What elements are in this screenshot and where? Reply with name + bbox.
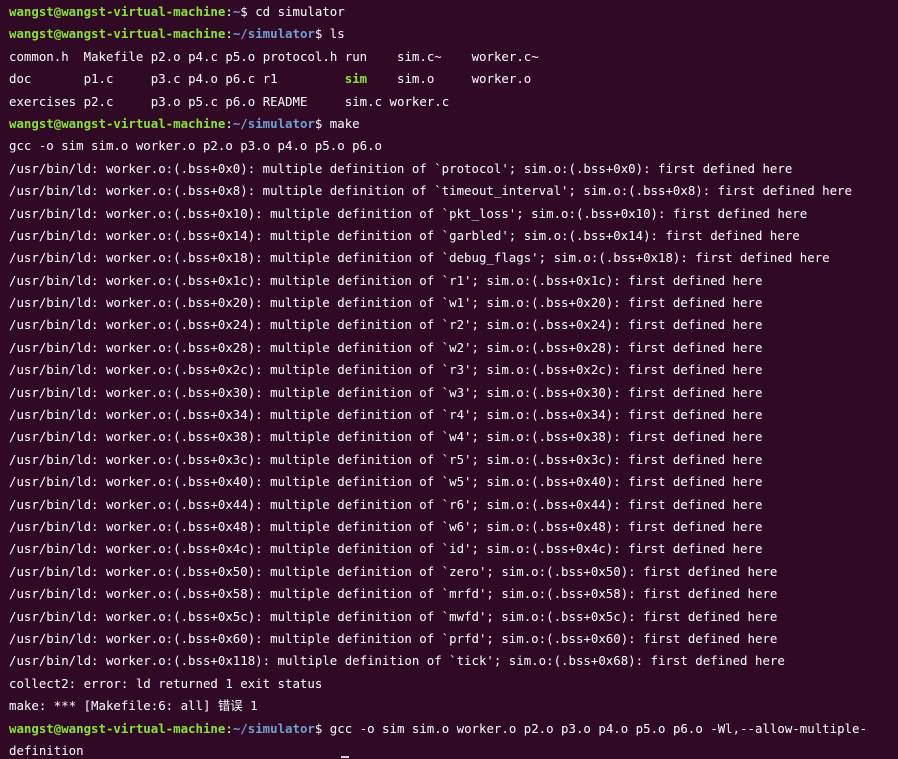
command-text: cd simulator — [247, 4, 345, 19]
linker-error-line: /usr/bin/ld: worker.o:(.bss+0x20): multi… — [9, 295, 763, 311]
ls-entry: p3.o — [150, 93, 189, 109]
linker-error-line: /usr/bin/ld: worker.o:(.bss+0x1c): multi… — [9, 272, 763, 288]
command-text: gcc -o sim sim.o worker.o p2.o p3.o p4.o… — [322, 720, 867, 736]
linker-error-line: /usr/bin/ld: worker.o:(.bss+0x34): multi… — [9, 407, 763, 423]
prompt-separator: : — [225, 26, 233, 42]
ls-entry: run — [344, 48, 383, 64]
ls-entry: p6.c — [225, 71, 263, 87]
linker-error-line: /usr/bin/ld: worker.o:(.bss+0x40): multi… — [9, 474, 763, 490]
prompt-line: wangst@wangst-virtual-machine:~/simulato… — [9, 718, 898, 740]
prompt-separator: : — [225, 720, 233, 736]
linker-error-line: /usr/bin/ld: worker.o:(.bss+0x50): multi… — [9, 563, 778, 579]
linker-error-line: /usr/bin/ld: worker.o:(.bss+0x10): multi… — [9, 205, 808, 221]
ls-output-row: doc p1.c p3.c p4.o p6.c r1 sim sim.o wor… — [9, 68, 898, 90]
text-cursor — [341, 756, 349, 758]
linker-error-line: /usr/bin/ld: worker.o:(.bss+0x14): multi… — [9, 227, 800, 243]
ls-entry: doc — [9, 71, 84, 87]
command-continuation: definition — [9, 742, 84, 758]
linker-error-line: /usr/bin/ld: worker.o:(.bss+0x3c): multi… — [9, 451, 763, 467]
prompt-line: wangst@wangst-virtual-machine:~/simulato… — [9, 23, 898, 45]
ls-entry: README — [262, 93, 345, 109]
ls-entry: protocol.h — [262, 48, 345, 64]
prompt-separator: : — [225, 115, 233, 131]
prompt-line: wangst@wangst-virtual-machine:~$ cd simu… — [9, 1, 898, 23]
ls-entry: p2.c — [83, 93, 151, 109]
collect2-error-line: collect2: error: ld returned 1 exit stat… — [9, 675, 323, 691]
ls-entry: p3.c — [150, 71, 189, 87]
prompt-user-host: wangst@wangst-virtual-machine — [9, 115, 226, 131]
ls-entry: exercises — [9, 93, 84, 109]
linker-error-line: /usr/bin/ld: worker.o:(.bss+0x44): multi… — [9, 496, 763, 512]
linker-error-line: /usr/bin/ld: worker.o:(.bss+0x60): multi… — [9, 630, 778, 646]
ls-entry: p1.c — [83, 71, 151, 87]
ls-entry: p2.o — [150, 48, 189, 64]
ls-spacer — [382, 94, 389, 109]
ls-entry: r1 — [262, 71, 345, 87]
prompt-user-host: wangst@wangst-virtual-machine — [9, 26, 226, 42]
ls-entry: sim.o — [382, 71, 457, 87]
linker-error-line: /usr/bin/ld: worker.o:(.bss+0x38): multi… — [9, 429, 763, 445]
ls-entry: worker.o — [456, 71, 532, 87]
ls-entry: sim.c~ — [382, 48, 457, 64]
command-text: make — [322, 115, 360, 131]
linker-error-line: /usr/bin/ld: worker.o:(.bss+0x2c): multi… — [9, 362, 763, 378]
linker-error-line: /usr/bin/ld: worker.o:(.bss+0x4c): multi… — [9, 541, 763, 557]
linker-error-line: /usr/bin/ld: worker.o:(.bss+0x48): multi… — [9, 518, 763, 534]
command-text: ls — [322, 26, 345, 42]
linker-error-line: /usr/bin/ld: worker.o:(.bss+0x8): multip… — [9, 183, 852, 199]
output-line: gcc -o sim sim.o worker.o p2.o p3.o p4.o… — [9, 138, 382, 154]
prompt-dollar: $ — [240, 4, 248, 19]
prompt-user-host: wangst@wangst-virtual-machine — [9, 4, 226, 19]
ls-entry: worker.c — [389, 93, 450, 109]
ls-entry: p4.c — [188, 48, 226, 64]
ls-entry: sim.c — [344, 93, 383, 109]
ls-entry: p6.o — [225, 93, 263, 109]
linker-error-line: /usr/bin/ld: worker.o:(.bss+0x30): multi… — [9, 384, 763, 400]
prompt-separator: : — [225, 4, 233, 19]
ls-output-row: common.h Makefile p2.o p4.c p5.o protoco… — [9, 46, 898, 68]
linker-error-line: /usr/bin/ld: worker.o:(.bss+0x28): multi… — [9, 339, 763, 355]
ls-entry: Makefile — [83, 48, 151, 64]
ls-spacer — [367, 71, 382, 86]
ls-entry: p4.o — [188, 71, 226, 87]
terminal-window[interactable]: wangst@wangst-virtual-machine:~$ cd simu… — [0, 0, 898, 759]
prompt-path: ~/simulator — [232, 115, 315, 131]
ls-entry-executable: sim — [344, 71, 368, 87]
make-error-line: make: *** [Makefile:6: all] 错误 1 — [9, 698, 258, 714]
ls-entry: p5.c — [188, 93, 226, 109]
linker-error-line: /usr/bin/ld: worker.o:(.bss+0x24): multi… — [9, 317, 763, 333]
prompt-path: ~/simulator — [232, 26, 315, 42]
linker-error-line: /usr/bin/ld: worker.o:(.bss+0x5c): multi… — [9, 608, 778, 624]
prompt-user-host: wangst@wangst-virtual-machine — [9, 720, 226, 736]
linker-error-line: /usr/bin/ld: worker.o:(.bss+0x18): multi… — [9, 250, 830, 266]
prompt-line: wangst@wangst-virtual-machine:~/simulato… — [9, 113, 898, 135]
linker-error-line: /usr/bin/ld: worker.o:(.bss+0x0): multip… — [9, 160, 793, 176]
ls-output-row: exercises p2.c p3.o p5.c p6.o README sim… — [9, 91, 898, 113]
ls-entry: common.h — [9, 48, 84, 64]
linker-error-line: /usr/bin/ld: worker.o:(.bss+0x118): mult… — [9, 653, 785, 669]
prompt-path: ~/simulator — [232, 720, 315, 736]
ls-entry: p5.o — [225, 48, 263, 64]
ls-entry: worker.c~ — [456, 48, 539, 64]
linker-error-line: /usr/bin/ld: worker.o:(.bss+0x58): multi… — [9, 586, 778, 602]
